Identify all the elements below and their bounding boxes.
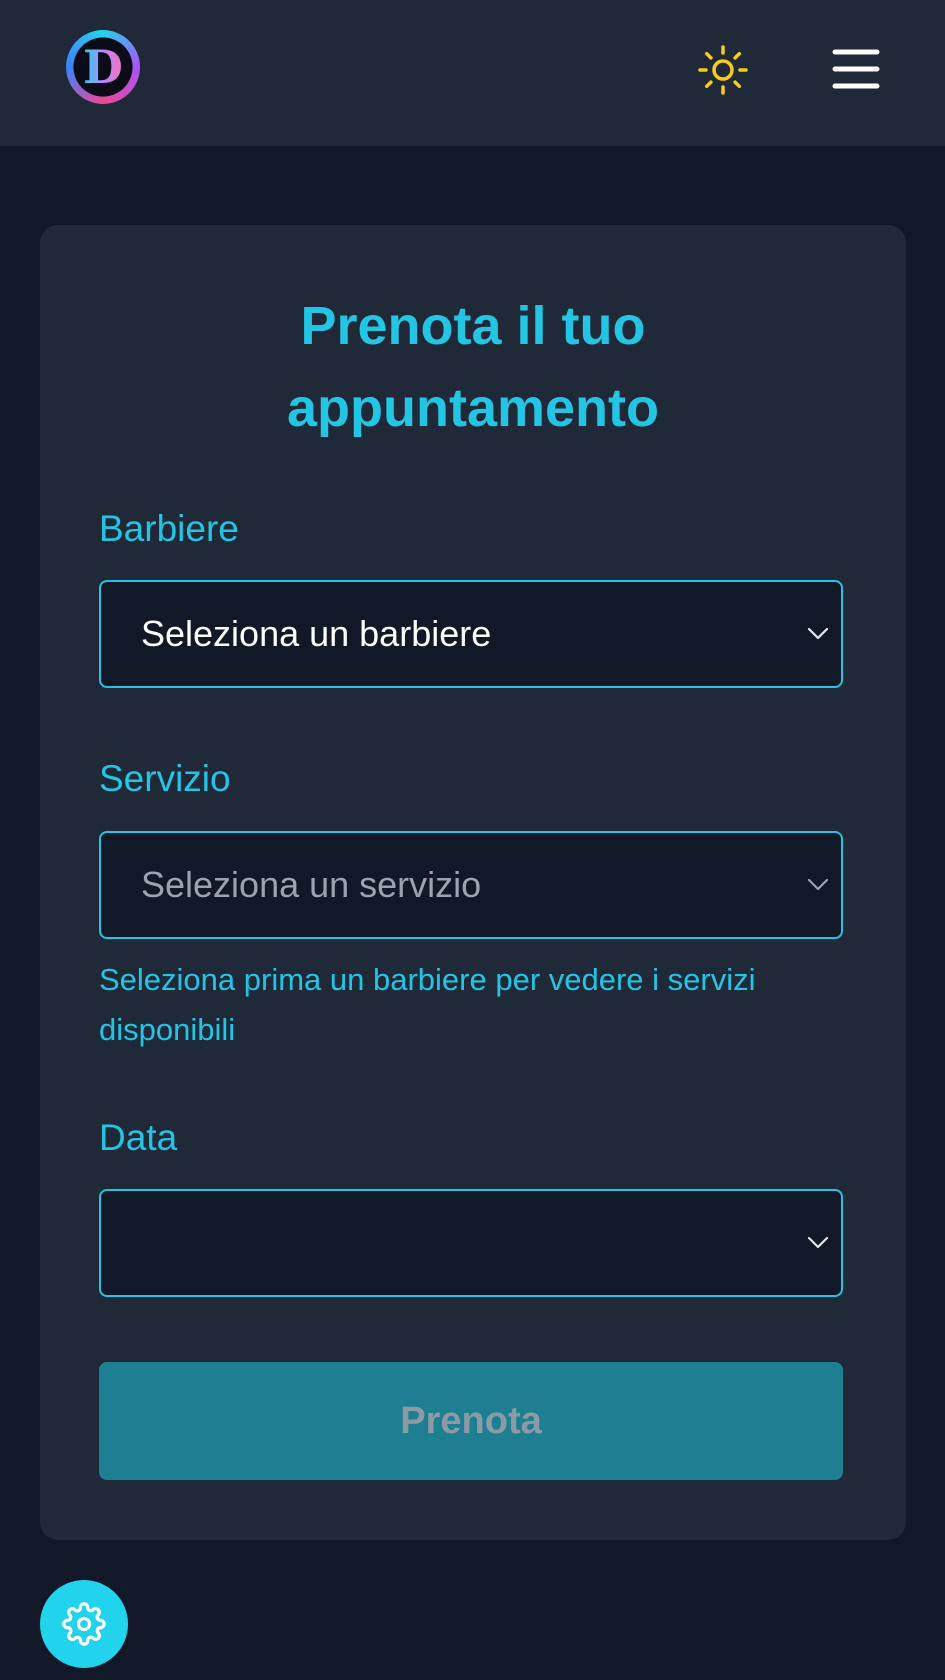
service-select-placeholder: Seleziona un servizio: [141, 864, 482, 905]
gear-icon: [62, 1602, 106, 1646]
logo[interactable]: D: [66, 30, 140, 104]
chevron-down-icon: [807, 878, 829, 891]
top-navigation-bar: D: [0, 0, 945, 146]
sun-icon[interactable]: [698, 45, 748, 95]
title-line-2: appuntamento: [287, 378, 659, 438]
service-select[interactable]: Seleziona un servizio: [99, 831, 843, 939]
hamburger-menu-icon[interactable]: [832, 47, 880, 91]
title-line-1: Prenota il tuo: [300, 296, 646, 356]
chevron-down-icon: [807, 627, 829, 640]
logo-letter: D: [83, 40, 123, 94]
barber-select[interactable]: Seleziona un barbiere: [99, 580, 843, 688]
date-label: Data: [99, 1117, 178, 1158]
chevron-down-icon: [807, 1236, 829, 1249]
page-title: Prenota il tuo appuntamento: [40, 285, 906, 449]
barber-select-value: Seleziona un barbiere: [141, 613, 492, 654]
service-hint: Seleziona prima un barbiere per vedere i…: [99, 962, 756, 1047]
service-label: Servizio: [99, 758, 231, 799]
submit-booking-button[interactable]: Prenota: [99, 1362, 843, 1480]
barber-label: Barbiere: [99, 508, 239, 549]
settings-button[interactable]: [40, 1580, 128, 1668]
booking-card: Prenota il tuo appuntamento Barbiere Sel…: [40, 225, 906, 1540]
date-select[interactable]: [99, 1189, 843, 1297]
